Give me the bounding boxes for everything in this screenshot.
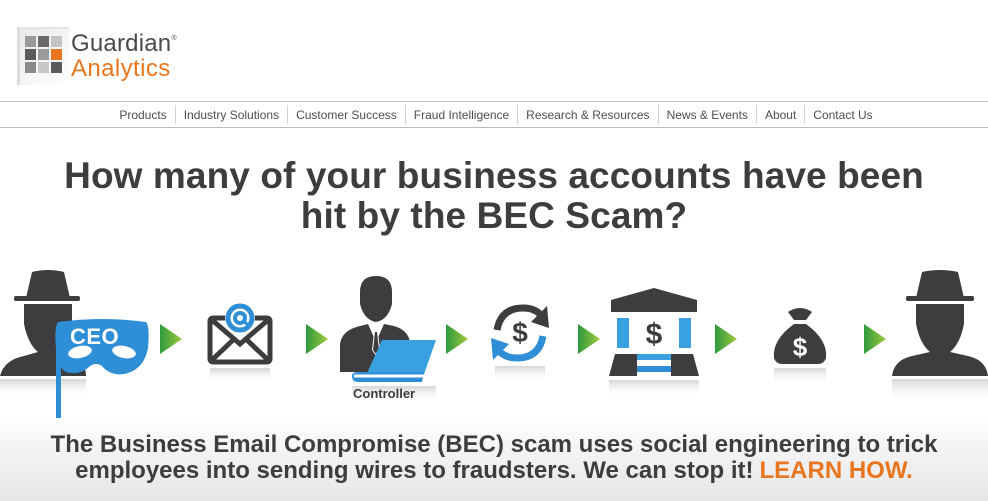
guardian-analytics-logo[interactable]: Guardian® Analytics	[17, 27, 177, 85]
svg-text:$: $	[793, 332, 808, 362]
fraudster-icon	[892, 266, 988, 406]
nav-item-customer-success[interactable]: Customer Success	[287, 105, 405, 124]
controller-label: Controller	[353, 386, 416, 401]
headline-line-1: How many of your business accounts have …	[64, 155, 924, 196]
email-at-icon	[207, 302, 273, 382]
headline-line-2: hit by the BEC Scam?	[300, 195, 688, 236]
hero-headline: How many of your business accounts have …	[0, 156, 988, 236]
registered-mark: ®	[171, 34, 177, 42]
nav-item-fraud-intelligence[interactable]: Fraud Intelligence	[404, 105, 517, 124]
logo-grid-icon	[17, 27, 69, 85]
banner-text: The Business Email Compromise (BEC) scam…	[0, 432, 988, 484]
nav-item-products[interactable]: Products	[111, 105, 174, 124]
controller-with-laptop-icon: Controller	[338, 276, 446, 416]
nav-item-research-resources[interactable]: Research & Resources	[517, 105, 657, 124]
logo-text-analytics: Analytics	[71, 54, 171, 82]
nav-item-news-events[interactable]: News & Events	[657, 105, 756, 124]
bank-icon: $	[607, 288, 701, 398]
money-bag-icon: $	[772, 304, 828, 388]
fraudster-with-ceo-mask-icon: CEO	[0, 266, 160, 431]
ceo-label: CEO	[70, 324, 120, 349]
banner-line-1: The Business Email Compromise (BEC) scam…	[50, 431, 938, 458]
nav-item-industry-solutions[interactable]: Industry Solutions	[174, 105, 287, 124]
learn-how-link[interactable]: LEARN HOW.	[760, 457, 913, 484]
logo-text-guardian: Guardian	[71, 29, 172, 57]
banner-line-2: employees into sending wires to fraudste…	[75, 457, 754, 484]
bec-scam-flow[interactable]: CEO Controller $ $ $	[0, 262, 988, 432]
bec-info-banner: The Business Email Compromise (BEC) scam…	[0, 418, 988, 501]
nav-item-contact-us[interactable]: Contact Us	[804, 105, 880, 124]
money-transfer-cycle-icon: $	[489, 302, 551, 388]
nav-item-about[interactable]: About	[755, 105, 804, 124]
main-nav: Products Industry Solutions Customer Suc…	[0, 101, 988, 128]
svg-text:$: $	[646, 318, 663, 351]
svg-text:$: $	[512, 317, 528, 348]
